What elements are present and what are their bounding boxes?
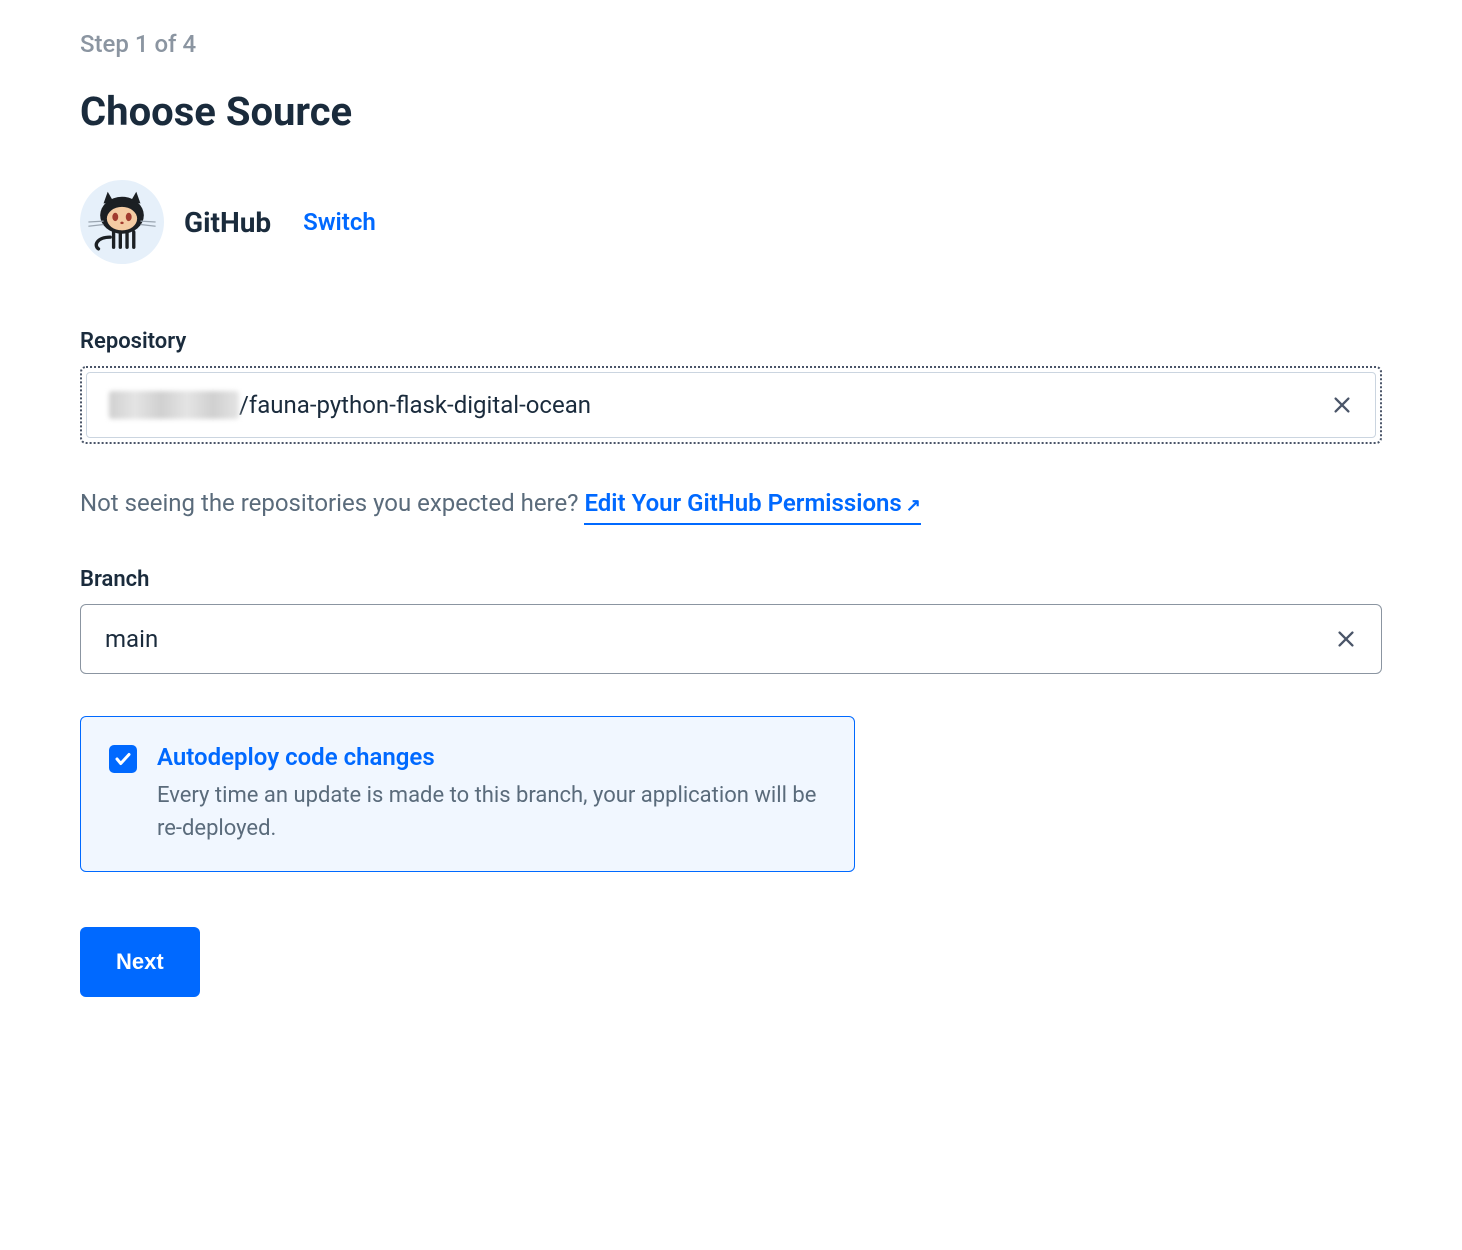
repository-owner-redacted	[109, 391, 239, 419]
branch-label: Branch	[80, 567, 1382, 592]
autodeploy-box: Autodeploy code changes Every time an up…	[80, 716, 855, 872]
source-provider-name: GitHub	[184, 206, 271, 239]
autodeploy-checkbox[interactable]	[109, 745, 137, 773]
check-icon	[114, 750, 132, 768]
step-indicator: Step 1 of 4	[80, 30, 1382, 58]
branch-select[interactable]: main	[80, 604, 1382, 674]
repository-value: /fauna-python-flask-digital-ocean	[109, 391, 591, 419]
next-button[interactable]: Next	[80, 927, 200, 997]
repository-label: Repository	[80, 329, 1382, 354]
autodeploy-description: Every time an update is made to this bra…	[157, 779, 826, 845]
page-title: Choose Source	[80, 88, 1382, 135]
clear-repository-icon[interactable]	[1331, 394, 1353, 416]
switch-source-link[interactable]: Switch	[303, 208, 376, 236]
source-provider-row: GitHub Switch	[80, 180, 1382, 264]
repository-name: /fauna-python-flask-digital-ocean	[239, 391, 591, 419]
autodeploy-title: Autodeploy code changes	[157, 743, 826, 771]
clear-branch-icon[interactable]	[1335, 628, 1357, 650]
repository-select[interactable]: /fauna-python-flask-digital-ocean	[80, 366, 1382, 444]
external-link-icon: ↗	[906, 495, 921, 516]
branch-value: main	[105, 625, 158, 653]
edit-github-permissions-link[interactable]: Edit Your GitHub Permissions↗	[584, 489, 920, 525]
permissions-help-text: Not seeing the repositories you expected…	[80, 489, 1382, 517]
github-octocat-icon	[80, 180, 164, 264]
